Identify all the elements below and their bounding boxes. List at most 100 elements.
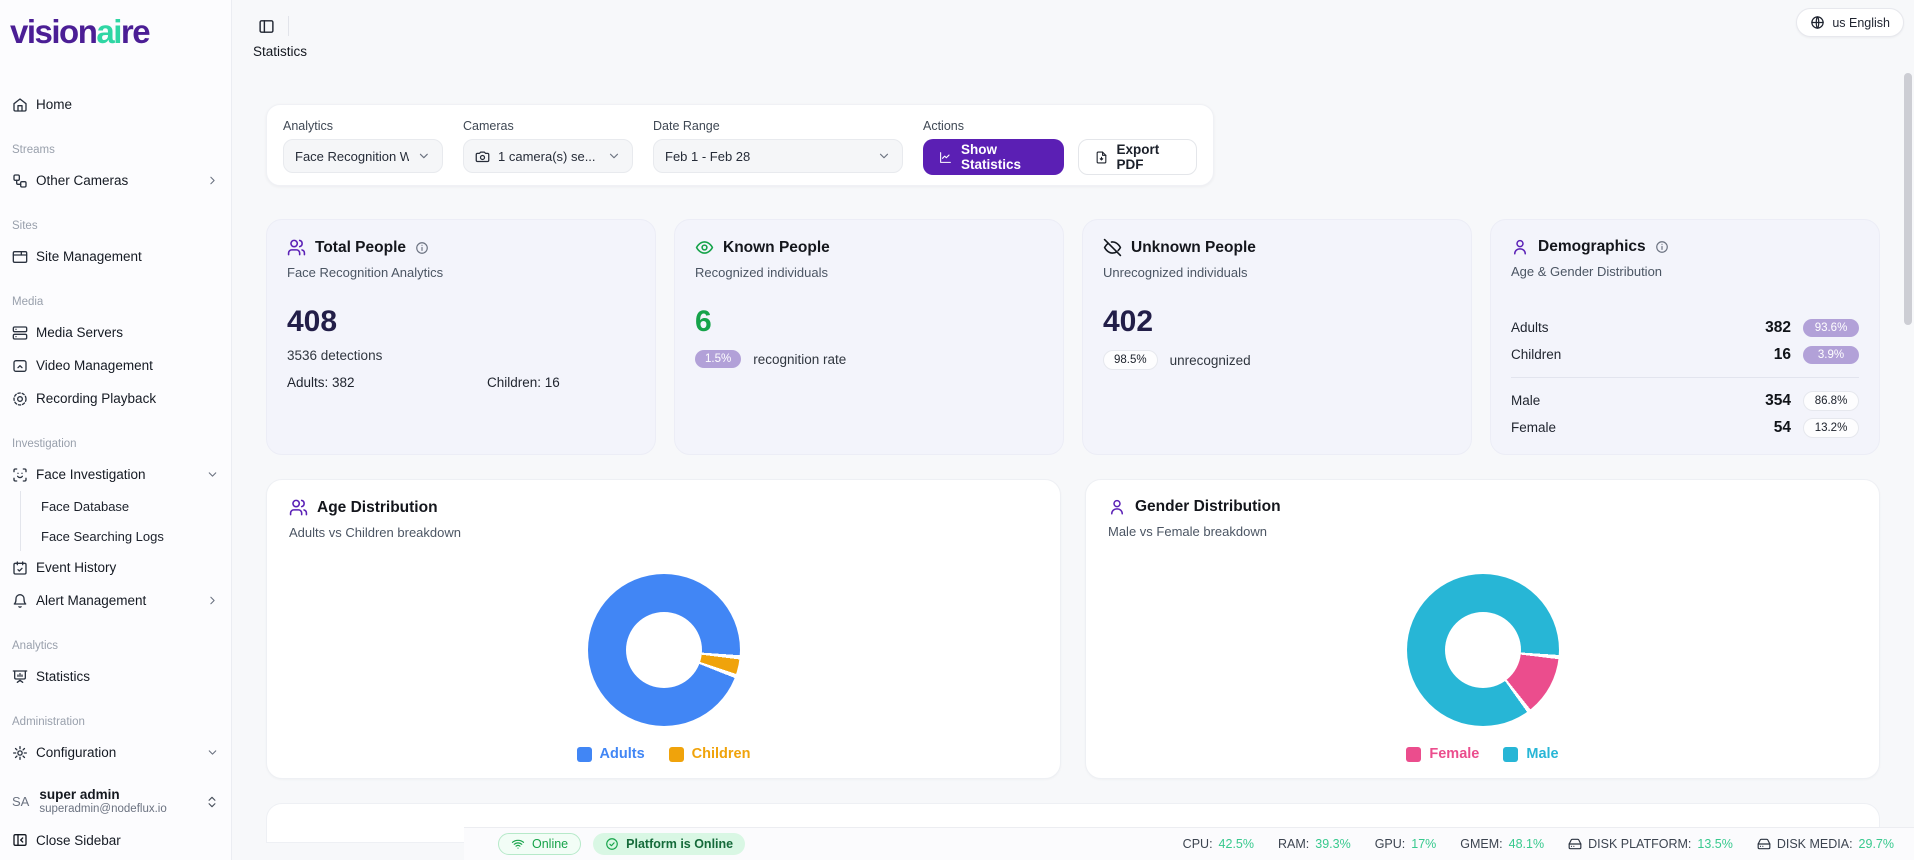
gmem-stat: GMEM: 48.1% — [1460, 837, 1545, 851]
date-range-filter-label: Date Range — [653, 119, 720, 133]
sidebar-item-face-database[interactable]: Face Database — [21, 491, 223, 521]
sidebar-item-other-cameras[interactable]: Other Cameras — [8, 164, 223, 197]
panel-left-icon — [258, 19, 274, 33]
panel-left-close-icon — [13, 834, 27, 846]
topbar: Statistics us English — [232, 0, 1914, 70]
legend-swatch — [1503, 746, 1519, 762]
sidebar-item-label: Site Management — [36, 249, 142, 264]
sidebar-item-label: Other Cameras — [36, 173, 129, 188]
actions-label: Actions — [923, 119, 964, 133]
server-icon — [12, 325, 28, 340]
sidebar-item-home[interactable]: Home — [8, 88, 223, 121]
status-bar: Online Platform is Online CPU: 42.5% RAM:… — [464, 827, 1914, 860]
legend-item-female[interactable]: Female — [1406, 746, 1479, 762]
sidebar-item-label: Statistics — [36, 669, 91, 684]
app-window-icon — [12, 250, 28, 263]
chevron-down-icon — [208, 750, 217, 755]
legend-item-male[interactable]: Male — [1503, 746, 1559, 762]
sidebar-item-media-servers[interactable]: Media Servers — [8, 316, 223, 349]
record-icon — [13, 391, 27, 406]
check-circle-icon — [606, 838, 618, 850]
person-icon — [1514, 239, 1526, 255]
card-title: Unknown People — [1131, 238, 1256, 256]
users-icon — [289, 499, 308, 516]
language-label: us English — [1832, 15, 1890, 30]
show-statistics-label: Show Statistics — [961, 142, 1022, 172]
known-people-card: Known People Recognized individuals 6 1.… — [674, 219, 1064, 455]
female-percent-badge: 13.2% — [1803, 417, 1859, 438]
sidebar-item-alert-management[interactable]: Alert Management — [8, 584, 223, 617]
date-range-value: Feb 1 - Feb 28 — [665, 148, 751, 164]
language-selector[interactable]: us English — [1796, 8, 1904, 37]
known-people-value: 6 — [695, 305, 712, 338]
sidebar-item-face-searching-logs[interactable]: Face Searching Logs — [21, 521, 223, 551]
sidebar-item-recording-playback[interactable]: Recording Playback — [8, 382, 223, 415]
chevron-down-icon — [609, 153, 619, 159]
unrecognized-label: unrecognized — [1169, 352, 1251, 368]
sidebar-item-event-history[interactable]: Event History — [8, 551, 223, 584]
legend-item-adults[interactable]: Adults — [576, 746, 645, 762]
demographics-row-adults: Adults 382 93.6% — [1511, 314, 1859, 341]
eye-off-icon — [1103, 238, 1122, 257]
users-icon — [287, 239, 306, 256]
gender-distribution-legend: Female Male — [1086, 746, 1879, 762]
sidebar-item-face-investigation[interactable]: Face Investigation — [8, 458, 223, 491]
bell-icon — [13, 593, 27, 608]
card-subtitle: Age & Gender Distribution — [1511, 264, 1663, 279]
date-range-select[interactable]: Feb 1 - Feb 28 — [653, 139, 903, 173]
legend-swatch — [576, 746, 592, 762]
children-percent-badge: 3.9% — [1803, 345, 1859, 364]
card-title: Known People — [723, 238, 830, 256]
info-icon[interactable] — [1655, 240, 1669, 254]
legend-item-children[interactable]: Children — [668, 746, 750, 762]
cameras-select[interactable]: 1 camera(s) se... — [463, 139, 633, 173]
chevron-down-icon — [879, 153, 889, 159]
file-download-icon — [1096, 151, 1106, 163]
chevron-down-icon — [420, 153, 429, 159]
cameras-select-value: 1 camera(s) se... — [498, 148, 596, 164]
chevron-down-icon — [208, 472, 217, 477]
sidebar-item-label: Home — [36, 97, 73, 112]
sidebar-item-label: Event History — [36, 560, 117, 575]
platform-label: Platform is Online — [626, 837, 734, 851]
sidebar-section-media: Media — [12, 296, 44, 308]
sidebar-item-statistics[interactable]: Statistics — [8, 660, 223, 693]
export-pdf-button[interactable]: Export PDF — [1077, 139, 1197, 175]
gpu-stat: GPU: 17% — [1374, 837, 1437, 851]
topbar-divider — [288, 16, 289, 36]
chart-line-icon — [940, 151, 951, 163]
chart-title: Gender Distribution — [1135, 498, 1281, 515]
disk-media-stat: DISK MEDIA: 29.7% — [1757, 837, 1894, 851]
close-sidebar-button[interactable]: Close Sidebar — [8, 822, 223, 858]
card-title: Total People — [315, 238, 407, 256]
sidebar-item-video-management[interactable]: Video Management — [8, 349, 223, 382]
info-icon[interactable] — [415, 241, 429, 255]
sidebar-toggle-button[interactable] — [253, 13, 279, 39]
demographics-card: Demographics Age & Gender Distribution A… — [1490, 219, 1880, 455]
age-distribution-donut — [587, 574, 740, 726]
sidebar-item-configuration[interactable]: Configuration — [8, 736, 223, 769]
analytics-filter-label: Analytics — [283, 119, 334, 133]
gender-distribution-donut — [1406, 574, 1559, 726]
sidebar-section-administration: Administration — [12, 716, 85, 728]
export-pdf-label: Export PDF — [1116, 142, 1160, 172]
filter-card: Analytics Face Recognition W Cameras 1 c… — [266, 104, 1214, 186]
sidebar-bottom: SA super admin superadmin@nodeflux.io Cl… — [0, 781, 231, 860]
show-statistics-button[interactable]: Show Statistics — [923, 139, 1064, 175]
cpu-stat: CPU: 42.5% — [1182, 837, 1254, 851]
globe-icon — [1811, 16, 1825, 29]
sidebar-section-investigation: Investigation — [12, 438, 77, 450]
vertical-scrollbar[interactable] — [1904, 73, 1912, 325]
divider — [1511, 377, 1859, 378]
analytics-filter-group: Analytics Face Recognition W — [283, 117, 443, 173]
analytics-select[interactable]: Face Recognition W — [283, 139, 443, 173]
chevron-right-icon — [210, 176, 215, 185]
legend-swatch — [668, 746, 684, 762]
cameras-filter-label: Cameras — [463, 119, 514, 133]
sidebar-item-site-management[interactable]: Site Management — [8, 240, 223, 273]
sidebar-item-label: Face Investigation — [36, 467, 146, 482]
gender-distribution-card: Gender Distribution Male vs Female break… — [1085, 479, 1880, 779]
user-menu[interactable]: SA super admin superadmin@nodeflux.io — [8, 781, 223, 822]
unrecognized-badge: 98.5% — [1103, 350, 1158, 370]
online-label: Online — [532, 837, 569, 851]
